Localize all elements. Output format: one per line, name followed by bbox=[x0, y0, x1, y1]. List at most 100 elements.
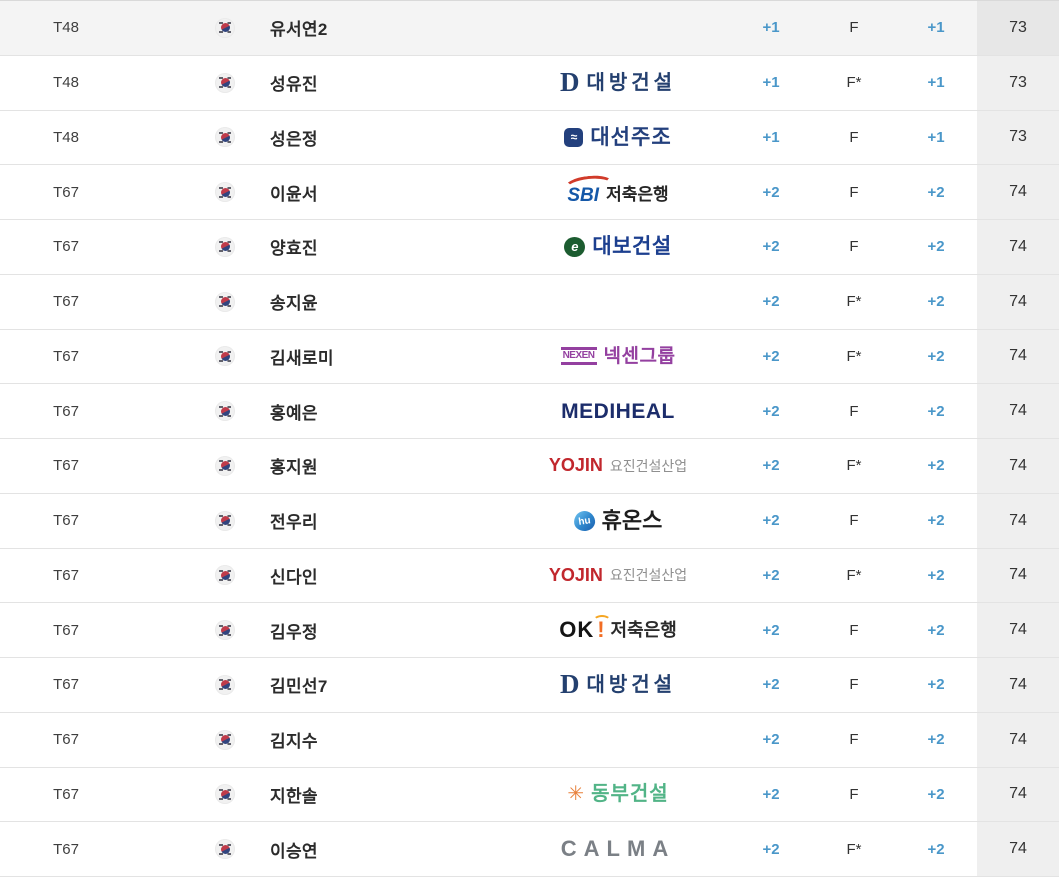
rank-label: T67 bbox=[53, 402, 79, 420]
sponsor-logo-sbi: SBI 저축은행 bbox=[567, 177, 668, 207]
total-strokes: 74 bbox=[977, 603, 1059, 657]
total-to-par: +2 bbox=[927, 402, 945, 420]
sponsor-label: 동부건설 bbox=[591, 783, 669, 806]
rank-label: T67 bbox=[53, 676, 79, 694]
player-name[interactable]: 신다인 bbox=[270, 563, 529, 588]
player-name[interactable]: 전우리 bbox=[270, 508, 529, 533]
sponsor-label: 넥센그룹 bbox=[603, 345, 676, 367]
leaderboard-row[interactable]: T48 유서연2 +1 F +1 73 bbox=[0, 1, 1059, 56]
thru-status: F bbox=[849, 621, 859, 639]
leaderboard-row[interactable]: T67 홍지원 YOJIN 요진건설산업 +2 F* +2 74 bbox=[0, 439, 1059, 494]
player-name[interactable]: 김우정 bbox=[270, 618, 529, 643]
korea-flag-icon bbox=[215, 182, 235, 203]
rank-label: T48 bbox=[53, 19, 79, 37]
leaderboard-row[interactable]: T67 신다인 YOJIN 요진건설산업 +2 F* +2 74 bbox=[0, 548, 1059, 604]
korea-flag-icon bbox=[215, 455, 235, 476]
sponsor-logo-calma: CALMA bbox=[561, 838, 675, 860]
total-strokes: 74 bbox=[977, 548, 1059, 603]
player-name[interactable]: 송지윤 bbox=[270, 289, 529, 314]
total-to-par: +1 bbox=[927, 19, 945, 37]
player-name[interactable]: 양효진 bbox=[270, 234, 529, 259]
round-score: +2 bbox=[762, 293, 780, 311]
korea-flag-icon bbox=[215, 620, 235, 641]
round-score: +2 bbox=[762, 676, 780, 694]
sponsor-label: 대방건설 bbox=[586, 71, 677, 94]
leaderboard-row[interactable]: T67 전우리 hu 휴온스 +2 F +2 74 bbox=[0, 493, 1059, 549]
round-score: +2 bbox=[762, 457, 780, 475]
leaderboard-row[interactable]: T67 김민선7 D 대방건설 +2 F +2 74 bbox=[0, 658, 1059, 713]
sponsor-label: 대선주조 bbox=[590, 125, 672, 149]
sponsor-logo-daebang: D 대방건설 bbox=[560, 69, 677, 96]
player-name[interactable]: 홍지원 bbox=[270, 453, 529, 478]
player-name[interactable]: 김지수 bbox=[270, 727, 529, 752]
thru-status: F* bbox=[846, 457, 862, 475]
thru-status: F bbox=[849, 19, 859, 37]
rank-label: T67 bbox=[53, 512, 79, 530]
thru-status: F* bbox=[846, 566, 862, 584]
round-score: +1 bbox=[762, 128, 780, 146]
round-score: +2 bbox=[762, 183, 780, 201]
player-name[interactable]: 지한솔 bbox=[270, 782, 529, 807]
sponsor-label: 요진건설산업 bbox=[609, 567, 688, 584]
sponsor-logo-daebo: e 대보건설 bbox=[564, 236, 671, 257]
sponsor-cell: MEDIHEAL bbox=[529, 401, 729, 422]
round-score: +2 bbox=[762, 402, 780, 420]
leaderboard-row[interactable]: T67 김우정 OK! 저축은행 +2 F +2 74 bbox=[0, 603, 1059, 658]
thru-status: F* bbox=[846, 840, 862, 858]
rank-label: T67 bbox=[53, 731, 79, 749]
total-strokes: 74 bbox=[977, 165, 1059, 219]
sponsor-label: MEDIHEAL bbox=[561, 399, 675, 423]
player-name[interactable]: 홍예은 bbox=[270, 399, 529, 424]
round-score: +2 bbox=[762, 566, 780, 584]
leaderboard-row[interactable]: T67 지한솔 ✳ 동부건설 +2 F +2 74 bbox=[0, 767, 1059, 823]
player-name[interactable]: 이승연 bbox=[270, 837, 529, 862]
total-to-par: +1 bbox=[927, 128, 945, 146]
sponsor-cell: OK! 저축은행 bbox=[529, 615, 729, 643]
player-name[interactable]: 유서연2 bbox=[270, 15, 529, 40]
korea-flag-icon bbox=[215, 784, 235, 805]
round-score: +2 bbox=[762, 621, 780, 639]
total-strokes: 74 bbox=[977, 493, 1059, 548]
thru-status: F bbox=[849, 402, 859, 420]
sponsor-logo-yojin: YOJIN 요진건설산업 bbox=[549, 565, 687, 586]
rank-label: T67 bbox=[53, 840, 79, 858]
leaderboard-row[interactable]: T67 김지수 +2 F +2 74 bbox=[0, 712, 1059, 768]
leaderboard-row[interactable]: T67 이윤서 SBI 저축은행 +2 F +2 74 bbox=[0, 165, 1059, 220]
round-score: +2 bbox=[762, 731, 780, 749]
sponsor-label: 대방건설 bbox=[586, 673, 677, 696]
sponsor-cell: NEXEN 넥센그룹 bbox=[529, 347, 729, 366]
sponsor-mark-icon: e bbox=[564, 236, 586, 257]
sponsor-logo-nexen: NEXEN 넥센그룹 bbox=[560, 345, 676, 367]
korea-flag-icon bbox=[215, 729, 235, 750]
leaderboard-row[interactable]: T48 성은정 ≈ 대선주조 +1 F +1 73 bbox=[0, 110, 1059, 166]
sponsor-cell: D 대방건설 bbox=[529, 671, 729, 698]
round-score: +2 bbox=[762, 347, 780, 365]
player-name[interactable]: 이윤서 bbox=[270, 180, 529, 205]
leaderboard-row[interactable]: T67 양효진 e 대보건설 +2 F +2 74 bbox=[0, 220, 1059, 275]
total-to-par: +2 bbox=[927, 293, 945, 311]
rank-label: T67 bbox=[53, 293, 79, 311]
sponsor-logo-yojin: YOJIN 요진건설산업 bbox=[549, 455, 687, 476]
player-name[interactable]: 성은정 bbox=[270, 125, 529, 150]
leaderboard-row[interactable]: T48 성유진 D 대방건설 +1 F* +1 73 bbox=[0, 55, 1059, 111]
sponsor-cell: e 대보건설 bbox=[529, 236, 729, 257]
sponsor-cell: CALMA bbox=[529, 838, 729, 860]
total-strokes: 74 bbox=[977, 712, 1059, 767]
korea-flag-icon bbox=[215, 510, 235, 531]
player-name[interactable]: 김새로미 bbox=[270, 344, 529, 369]
total-to-par: +2 bbox=[927, 621, 945, 639]
total-strokes: 74 bbox=[977, 658, 1059, 712]
leaderboard-row[interactable]: T67 이승연 CALMA +2 F* +2 74 bbox=[0, 822, 1059, 877]
round-score: +2 bbox=[762, 238, 780, 256]
korea-flag-icon bbox=[215, 674, 235, 695]
leaderboard-row[interactable]: T67 송지윤 +2 F* +2 74 bbox=[0, 274, 1059, 330]
round-score: +2 bbox=[762, 785, 780, 803]
leaderboard-table: T48 유서연2 +1 F +1 73 T48 성유진 D 대방건설 +1 F* … bbox=[0, 0, 1059, 877]
leaderboard-row[interactable]: T67 홍예은 MEDIHEAL +2 F +2 74 bbox=[0, 384, 1059, 439]
sponsor-cell: D 대방건설 bbox=[529, 69, 729, 96]
leaderboard-row[interactable]: T67 김새로미 NEXEN 넥센그룹 +2 F* +2 74 bbox=[0, 329, 1059, 385]
sponsor-mark-icon: YOJIN bbox=[548, 455, 603, 476]
player-name[interactable]: 성유진 bbox=[270, 70, 529, 95]
player-name[interactable]: 김민선7 bbox=[270, 672, 529, 697]
total-to-par: +2 bbox=[927, 731, 945, 749]
